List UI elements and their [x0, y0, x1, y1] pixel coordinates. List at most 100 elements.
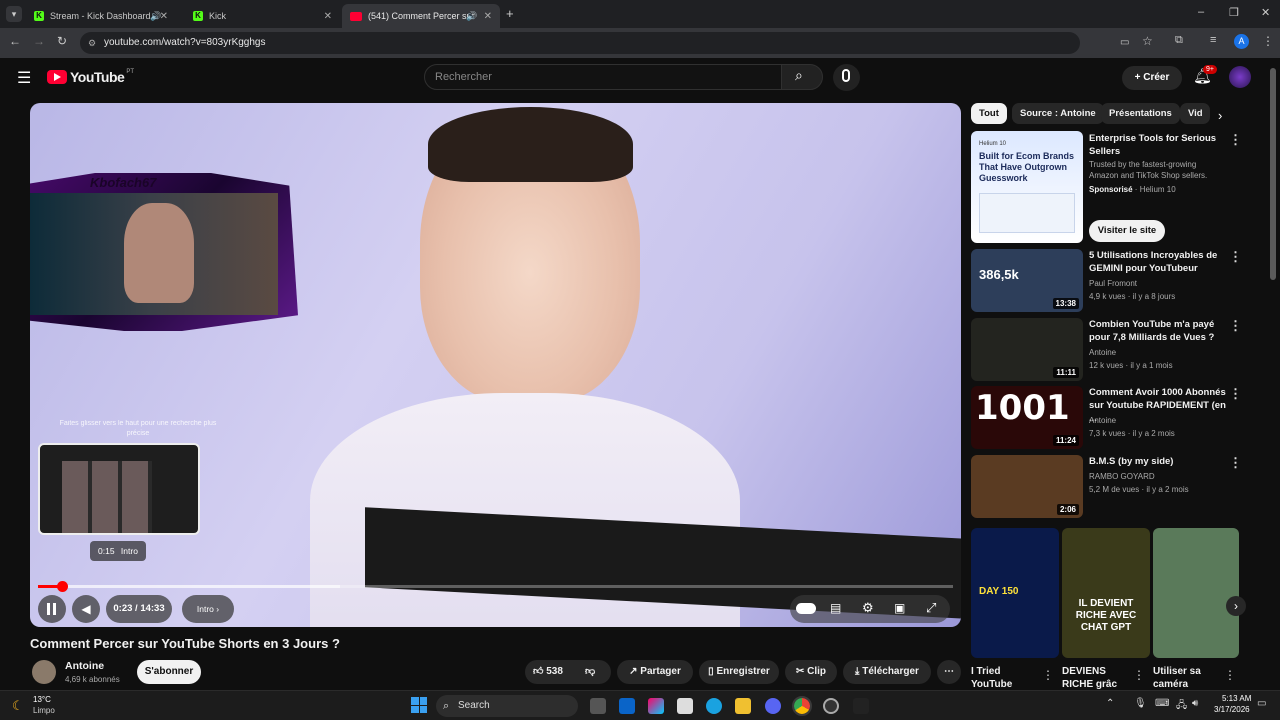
- discord-icon[interactable]: [765, 698, 781, 714]
- related-thumbnail[interactable]: 11:11: [971, 318, 1083, 381]
- voice-search-button[interactable]: [833, 64, 860, 91]
- video-player[interactable]: Kbofach67 Faites glisser vers le haut po…: [30, 103, 961, 627]
- chrome-icon[interactable]: [792, 696, 812, 716]
- chip-presentations[interactable]: Présentations: [1101, 103, 1180, 124]
- download-button[interactable]: ⤓ Télécharger: [843, 660, 931, 684]
- pause-button[interactable]: [38, 595, 66, 623]
- copilot-icon[interactable]: [648, 698, 664, 714]
- browser-menu-icon[interactable]: ⋮: [1262, 34, 1274, 48]
- miniplayer-icon[interactable]: ▣: [894, 601, 905, 615]
- network-icon[interactable]: 🖧︎: [1176, 698, 1187, 715]
- short-thumbnail[interactable]: [1153, 528, 1239, 658]
- windows-start-icon[interactable]: [411, 697, 427, 713]
- back-icon[interactable]: ←: [9, 34, 21, 48]
- related-more-icon[interactable]: ⋮: [1229, 249, 1242, 265]
- chip-videos[interactable]: Vid: [1180, 103, 1210, 124]
- dislike-button[interactable]: 👎︎: [585, 660, 595, 684]
- related-more-icon[interactable]: ⋮: [1229, 318, 1242, 334]
- tab-kick[interactable]: K Kick ✕: [185, 4, 340, 28]
- related-channel[interactable]: RAMBO GOYARD: [1089, 471, 1229, 482]
- show-hidden-icons-icon[interactable]: ⌃: [1106, 698, 1114, 709]
- forward-icon[interactable]: →: [33, 34, 45, 48]
- create-button[interactable]: + Créer: [1122, 66, 1182, 90]
- account-avatar[interactable]: [1229, 66, 1251, 88]
- file-explorer-icon[interactable]: [735, 698, 751, 714]
- chip-source[interactable]: Source : Antoine: [1012, 103, 1104, 124]
- channel-name[interactable]: Antoine: [65, 660, 104, 672]
- progress-scrubber-handle[interactable]: [56, 581, 68, 592]
- related-thumbnail[interactable]: 1001 11:24: [971, 386, 1083, 449]
- temperature[interactable]: 13°C: [33, 695, 51, 704]
- related-title[interactable]: B.M.S (by my side): [1089, 455, 1227, 468]
- notification-center-icon[interactable]: ▭: [1257, 698, 1266, 709]
- cast-icon[interactable]: ▭: [1120, 32, 1129, 54]
- bookmark-star-icon[interactable]: ☆: [1142, 34, 1153, 48]
- profile-avatar[interactable]: A: [1234, 34, 1249, 49]
- save-button[interactable]: ▯ Enregistrer: [699, 660, 779, 684]
- clip-button[interactable]: ✂ Clip: [785, 660, 837, 684]
- restore-icon[interactable]: ❐: [1229, 6, 1239, 19]
- new-tab-icon[interactable]: +: [506, 6, 514, 21]
- autoplay-toggle[interactable]: [796, 603, 816, 614]
- search-button[interactable]: ⌕: [781, 64, 823, 90]
- tab-youtube-video[interactable]: (541) Comment Percer sur 🔊 ✕: [342, 4, 500, 28]
- more-actions-button[interactable]: ⋯: [937, 660, 961, 684]
- related-thumbnail[interactable]: 386,5k 13:38: [971, 249, 1083, 312]
- store-icon[interactable]: [677, 698, 693, 714]
- close-icon[interactable]: ✕: [324, 11, 332, 22]
- fullscreen-icon[interactable]: ⤢: [926, 600, 936, 616]
- tab-search-icon[interactable]: ▾: [6, 6, 22, 22]
- app-icon[interactable]: [853, 698, 869, 714]
- ad-more-icon[interactable]: ⋮: [1229, 132, 1242, 148]
- subtitles-icon[interactable]: ▤: [830, 601, 841, 615]
- search-input[interactable]: Rechercher: [424, 64, 782, 90]
- short-title[interactable]: DEVIENS RICHE grâc: [1062, 665, 1124, 689]
- volume-tray-icon[interactable]: 🔊︎: [1192, 698, 1198, 709]
- ad-thumbnail[interactable]: Helium 10 Built for Ecom Brands That Hav…: [971, 131, 1083, 243]
- related-more-icon[interactable]: ⋮: [1229, 386, 1242, 402]
- keyboard-icon[interactable]: ⌨: [1155, 698, 1169, 709]
- chip-all[interactable]: Tout: [971, 103, 1007, 124]
- chevron-right-icon[interactable]: ›: [1218, 108, 1222, 123]
- close-icon[interactable]: ✕: [484, 11, 492, 22]
- clock-time[interactable]: 5:13 AM: [1222, 694, 1251, 703]
- short-title[interactable]: Utiliser sa caméra: [1153, 665, 1217, 689]
- task-view-icon[interactable]: [590, 698, 606, 714]
- close-icon[interactable]: ✕: [160, 11, 168, 22]
- clock-date[interactable]: 3/17/2026: [1214, 705, 1250, 714]
- youtube-logo[interactable]: YouTube PT: [47, 69, 134, 85]
- shorts-next-icon[interactable]: ›: [1226, 596, 1246, 616]
- obs-icon[interactable]: [823, 698, 839, 714]
- like-button[interactable]: 👍︎ 538: [533, 666, 563, 677]
- progress-track[interactable]: [38, 581, 953, 592]
- taskbar-search[interactable]: ⌕ Search: [436, 695, 578, 717]
- subscribe-button[interactable]: S'abonner: [137, 660, 201, 684]
- url-field[interactable]: ⚙ youtube.com/watch?v=803yrKgghgs ▭: [80, 32, 1129, 54]
- extensions-icon[interactable]: ⧉: [1175, 34, 1183, 47]
- reading-list-icon[interactable]: ≡: [1210, 34, 1216, 46]
- short-more-icon[interactable]: ⋮: [1224, 668, 1236, 682]
- ad-title[interactable]: Enterprise Tools for Serious Sellers: [1089, 132, 1227, 158]
- volume-button[interactable]: ◀: [72, 595, 100, 623]
- chapter-button[interactable]: Intro ›: [182, 595, 234, 623]
- short-more-icon[interactable]: ⋮: [1042, 668, 1054, 682]
- related-channel[interactable]: Antoine: [1089, 415, 1229, 426]
- reload-icon[interactable]: ↻: [57, 34, 67, 48]
- page-scrollbar[interactable]: [1270, 68, 1276, 280]
- edge-icon[interactable]: [706, 698, 722, 714]
- related-thumbnail[interactable]: 2:06: [971, 455, 1083, 518]
- share-button[interactable]: ↗ Partager: [617, 660, 693, 684]
- related-channel[interactable]: Paul Fromont: [1089, 278, 1229, 289]
- site-info-icon[interactable]: ⚙: [88, 32, 96, 54]
- related-title[interactable]: 5 Utilisations Incroyables de GEMINI pou…: [1089, 249, 1227, 275]
- related-channel[interactable]: Antoine: [1089, 347, 1229, 358]
- hamburger-menu-icon[interactable]: ☰: [17, 68, 31, 88]
- visit-site-button[interactable]: Visiter le site: [1089, 220, 1165, 242]
- settings-gear-icon[interactable]: ⚙: [862, 600, 874, 616]
- speaker-icon[interactable]: 🔊: [466, 11, 477, 22]
- related-title[interactable]: Combien YouTube m'a payé pour 7,8 Millia…: [1089, 318, 1227, 344]
- minimize-icon[interactable]: –: [1198, 6, 1204, 18]
- tab-kick-dashboard[interactable]: K Stream - Kick Dashboard 🔊 ✕: [26, 4, 176, 28]
- microphone-tray-icon[interactable]: 🎙︎: [1134, 698, 1147, 709]
- short-thumbnail[interactable]: IL DEVIENT RICHE AVEC CHAT GPT: [1062, 528, 1150, 658]
